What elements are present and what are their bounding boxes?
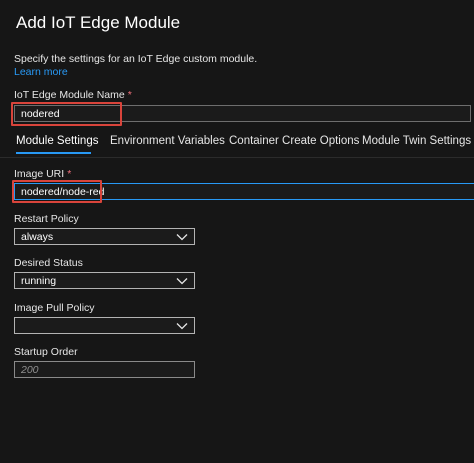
chevron-down-icon [176, 322, 188, 329]
restart-policy-select[interactable]: always [14, 228, 195, 245]
image-pull-policy-select[interactable] [14, 317, 195, 334]
required-mark: * [67, 168, 72, 180]
image-pull-policy-label: Image Pull Policy [14, 302, 95, 314]
panel-description: Specify the settings for an IoT Edge cus… [14, 53, 258, 65]
image-uri-input[interactable]: nodered/node-red [14, 183, 474, 200]
tab-module-settings[interactable]: Module Settings [16, 135, 98, 147]
tab-module-twin-settings[interactable]: Module Twin Settings [362, 135, 471, 147]
module-name-label-text: IoT Edge Module Name [14, 89, 125, 101]
image-uri-label-text: Image URI [14, 168, 65, 180]
chevron-down-icon [176, 277, 188, 284]
learn-more-link[interactable]: Learn more [14, 66, 68, 78]
startup-order-label: Startup Order [14, 346, 78, 358]
startup-order-placeholder: 200 [21, 363, 39, 376]
restart-policy-value: always [21, 230, 54, 243]
chevron-down-icon [176, 233, 188, 240]
image-uri-value: nodered/node-red [21, 185, 105, 198]
startup-order-input[interactable]: 200 [14, 361, 195, 378]
required-mark: * [127, 89, 132, 101]
desired-status-label: Desired Status [14, 257, 83, 269]
desired-status-value: running [21, 274, 57, 287]
tab-container-create-options[interactable]: Container Create Options [229, 135, 359, 147]
tab-environment-variables[interactable]: Environment Variables [110, 135, 225, 147]
active-tab-indicator [16, 152, 91, 154]
module-name-label: IoT Edge Module Name * [14, 89, 132, 101]
tabs-divider [0, 157, 474, 158]
restart-policy-label: Restart Policy [14, 213, 79, 225]
module-name-value: nodered [21, 107, 60, 120]
image-uri-label: Image URI * [14, 168, 71, 180]
module-name-input[interactable]: nodered [14, 105, 471, 122]
desired-status-select[interactable]: running [14, 272, 195, 289]
panel-title: Add IoT Edge Module [16, 13, 181, 32]
